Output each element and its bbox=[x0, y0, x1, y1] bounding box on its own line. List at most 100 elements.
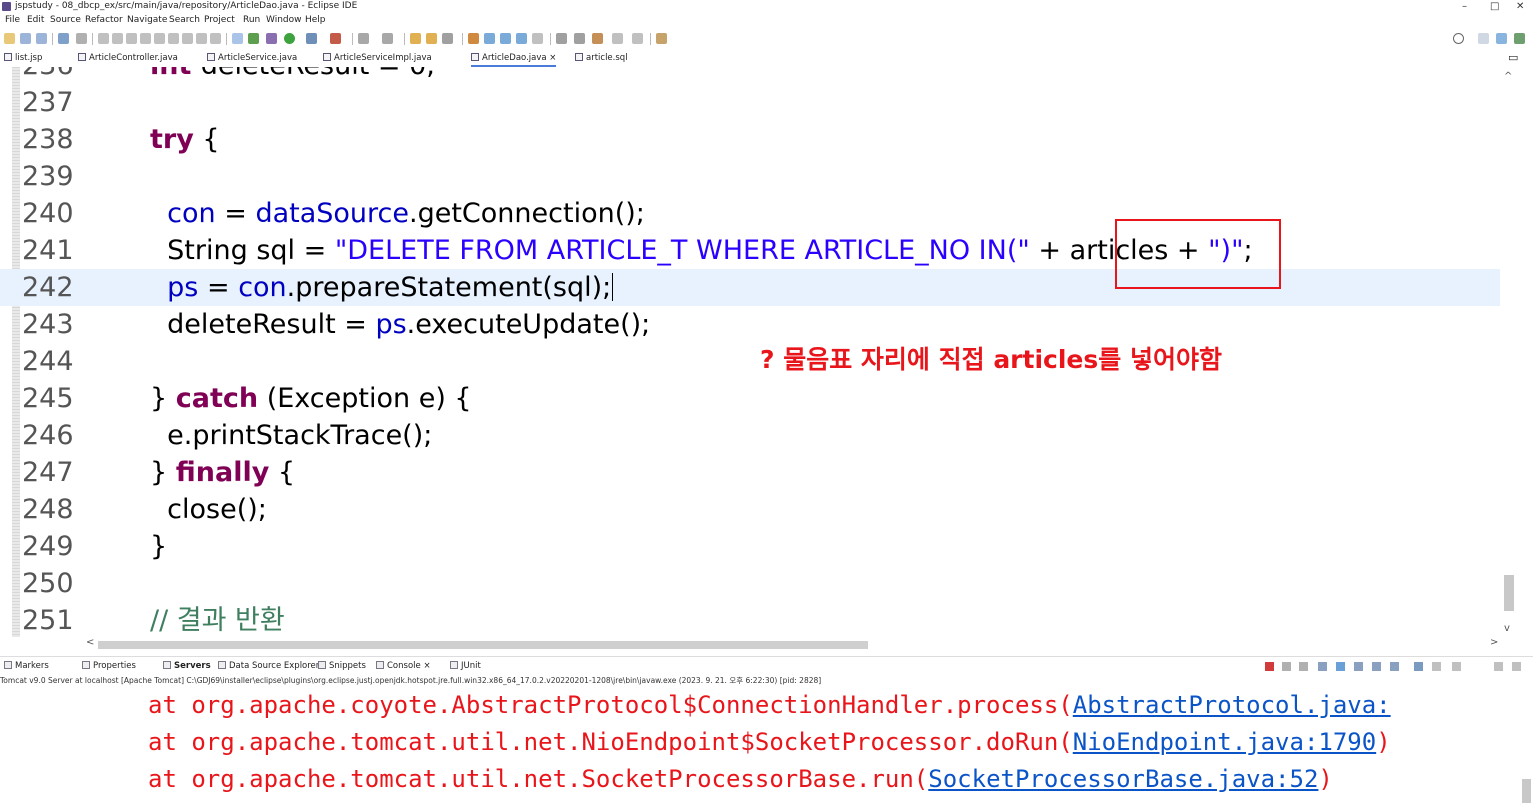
external-tools-icon[interactable] bbox=[330, 33, 341, 44]
show-on-error-icon[interactable] bbox=[1372, 662, 1381, 671]
code-line[interactable]: 247} finally { bbox=[0, 454, 1500, 491]
editor-horizontal-scrollbar[interactable]: < > bbox=[20, 637, 1520, 653]
java-perspective-icon[interactable] bbox=[1514, 33, 1525, 44]
code-line[interactable]: 239 bbox=[0, 158, 1500, 195]
code-line[interactable]: 237 bbox=[0, 84, 1500, 121]
tab-article-service-impl[interactable]: ArticleServiceImpl.java bbox=[323, 49, 432, 67]
source-link[interactable]: AbstractProtocol.java: bbox=[1073, 691, 1391, 719]
scroll-thumb[interactable] bbox=[1522, 779, 1531, 803]
open-perspective-icon[interactable] bbox=[1478, 33, 1489, 44]
menu-project[interactable]: Project bbox=[204, 13, 235, 27]
terminate-icon[interactable] bbox=[126, 33, 137, 44]
code-line[interactable]: 249} bbox=[0, 528, 1500, 565]
source-link[interactable]: SocketProcessorBase.java:52 bbox=[928, 765, 1318, 793]
minimize-editor-icon[interactable]: ▭ bbox=[1508, 49, 1518, 67]
new-server-icon[interactable] bbox=[266, 33, 277, 44]
terminal-icon[interactable] bbox=[58, 33, 69, 44]
code-line[interactable]: 245} catch (Exception e) { bbox=[0, 380, 1500, 417]
scroll-lock-icon[interactable] bbox=[1318, 662, 1327, 671]
maximize-button[interactable]: □ bbox=[1490, 0, 1499, 13]
new-package-icon[interactable] bbox=[382, 33, 393, 44]
drop-to-frame-icon[interactable] bbox=[196, 33, 207, 44]
resume-icon[interactable] bbox=[98, 33, 109, 44]
save-icon[interactable] bbox=[20, 33, 31, 44]
tab-list-jsp[interactable]: list.jsp bbox=[4, 49, 42, 67]
menu-refactor[interactable]: Refactor bbox=[85, 13, 123, 27]
tab-console[interactable]: Console × bbox=[376, 657, 431, 675]
java-ee-icon[interactable] bbox=[248, 33, 259, 44]
close-button[interactable]: ✕ bbox=[1516, 0, 1524, 13]
maximize-view-icon[interactable] bbox=[1512, 662, 1521, 671]
java-ee-perspective-icon[interactable] bbox=[1496, 33, 1507, 44]
new-file-icon[interactable] bbox=[4, 33, 15, 44]
scroll-down-icon[interactable]: v bbox=[1504, 623, 1510, 634]
remove-launch-icon[interactable] bbox=[1282, 662, 1291, 671]
step-into-icon[interactable] bbox=[154, 33, 165, 44]
disconnect-icon[interactable] bbox=[140, 33, 151, 44]
menu-help[interactable]: Help bbox=[305, 13, 326, 27]
menu-navigate[interactable]: Navigate bbox=[127, 13, 167, 27]
menu-file[interactable]: File bbox=[5, 13, 20, 27]
tab-close-icon[interactable]: × bbox=[423, 661, 430, 671]
display-console-icon[interactable] bbox=[1414, 662, 1423, 671]
tab-servers[interactable]: Servers bbox=[163, 657, 211, 675]
open-type-icon[interactable] bbox=[410, 33, 421, 44]
menu-window[interactable]: Window bbox=[266, 13, 302, 27]
tab-junit[interactable]: JUnit bbox=[450, 657, 481, 675]
tab-article-service[interactable]: ArticleService.java bbox=[207, 49, 297, 67]
open-task-icon[interactable] bbox=[426, 33, 437, 44]
minimize-view-icon[interactable] bbox=[1494, 662, 1503, 671]
show-breadcrumb-icon[interactable] bbox=[532, 33, 543, 44]
scroll-thumb[interactable] bbox=[98, 641, 868, 649]
toggle-mark-occurrences-icon[interactable] bbox=[468, 33, 479, 44]
menu-run[interactable]: Run bbox=[243, 13, 260, 27]
code-editor[interactable]: 236int deleteResult = 0;237238try {23924… bbox=[0, 67, 1500, 637]
console-output[interactable]: at org.apache.coyote.AbstractProtocol$Co… bbox=[0, 687, 1520, 805]
terminate-icon[interactable] bbox=[1265, 662, 1274, 671]
tab-article-controller[interactable]: ArticleController.java bbox=[78, 49, 178, 67]
show-whitespace-icon[interactable] bbox=[516, 33, 527, 44]
open-console-icon[interactable] bbox=[1432, 662, 1441, 671]
show-on-output-icon[interactable] bbox=[1354, 662, 1363, 671]
skip-breakpoints-icon[interactable] bbox=[76, 33, 87, 44]
tab-properties[interactable]: Properties bbox=[82, 657, 136, 675]
code-line[interactable]: 243 deleteResult = ps.executeUpdate(); bbox=[0, 306, 1500, 343]
menu-edit[interactable]: Edit bbox=[27, 13, 44, 27]
code-line[interactable]: 251 // 결과 반환 bbox=[0, 602, 1500, 637]
menu-search[interactable]: Search bbox=[169, 13, 200, 27]
scroll-right-icon[interactable]: > bbox=[1490, 637, 1498, 648]
code-line[interactable]: 250 bbox=[0, 565, 1500, 602]
pin-console-icon[interactable] bbox=[1390, 662, 1399, 671]
code-line[interactable]: 248 close(); bbox=[0, 491, 1500, 528]
save-all-icon[interactable] bbox=[36, 33, 47, 44]
tab-markers[interactable]: Markers bbox=[4, 657, 49, 675]
step-over-icon[interactable] bbox=[168, 33, 179, 44]
use-step-filters-icon[interactable] bbox=[210, 33, 221, 44]
tab-data-source-explorer[interactable]: Data Source Explorer bbox=[218, 657, 319, 675]
console-vertical-scrollbar[interactable] bbox=[1520, 687, 1533, 805]
tab-article-dao[interactable]: ArticleDao.java × bbox=[471, 49, 557, 67]
toggle-split-editor-icon[interactable] bbox=[232, 33, 243, 44]
scroll-thumb[interactable] bbox=[1504, 575, 1514, 611]
minimize-button[interactable]: – bbox=[1462, 0, 1467, 13]
search-icon[interactable] bbox=[1453, 33, 1464, 44]
tab-close-icon[interactable]: × bbox=[549, 53, 556, 63]
forward-icon[interactable] bbox=[632, 33, 643, 44]
scroll-left-icon[interactable]: < bbox=[86, 637, 94, 648]
scroll-up-icon[interactable]: ^ bbox=[1504, 71, 1512, 82]
previous-annotation-icon[interactable] bbox=[574, 33, 585, 44]
back-icon[interactable] bbox=[612, 33, 623, 44]
debug-icon[interactable] bbox=[284, 33, 295, 44]
editor-vertical-scrollbar[interactable]: ^ v bbox=[1500, 67, 1533, 637]
next-annotation-icon[interactable] bbox=[556, 33, 567, 44]
search-icon[interactable] bbox=[442, 33, 453, 44]
tab-article-sql[interactable]: article.sql bbox=[575, 49, 628, 67]
code-line[interactable]: 238 try { bbox=[0, 121, 1500, 158]
tab-snippets[interactable]: Snippets bbox=[318, 657, 366, 675]
suspend-icon[interactable] bbox=[112, 33, 123, 44]
code-line[interactable]: 246 e.printStackTrace(); bbox=[0, 417, 1500, 454]
remove-all-icon[interactable] bbox=[1299, 662, 1308, 671]
menu-source[interactable]: Source bbox=[50, 13, 81, 27]
word-wrap-icon[interactable] bbox=[1336, 662, 1345, 671]
run-icon[interactable] bbox=[306, 33, 317, 44]
